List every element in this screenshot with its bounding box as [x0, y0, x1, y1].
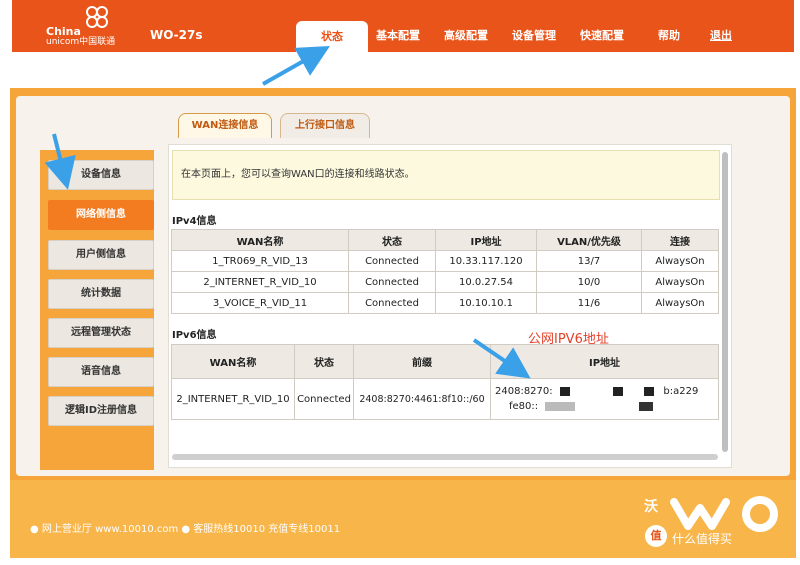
col-header-wan-name: WAN名称	[171, 229, 349, 251]
table-row: 3_VOICE_R_VID_11 Connected 10.10.10.1 11…	[171, 292, 719, 314]
ipv6-address-public: 2408:8270:	[495, 386, 553, 397]
redaction-block	[644, 386, 655, 396]
cell-wan-name: 1_TR069_R_VID_13	[171, 250, 349, 272]
cell-wan-name: 3_VOICE_R_VID_11	[171, 292, 349, 314]
cell-vlan: 13/7	[536, 250, 642, 272]
tab-uplink-interface[interactable]: 上行接口信息	[280, 113, 370, 138]
sidebar-item-voice-info[interactable]: 语音信息	[48, 357, 154, 387]
nav-basic-config[interactable]: 基本配置	[376, 27, 420, 43]
watermark-badge: 值	[645, 525, 667, 547]
cell-status: Connected	[348, 271, 436, 293]
ipv6-address-public-tail: b:a229	[663, 386, 699, 397]
cell-ip: 10.33.117.120	[435, 250, 537, 272]
cell-wan-name: 2_INTERNET_R_VID_10	[171, 271, 349, 293]
ipv6-address-link-local: fe80::	[509, 401, 539, 412]
info-notice: 在本页面上，您可以查询WAN口的连接和线路状态。	[172, 150, 720, 200]
cell-connection: AlwaysOn	[641, 250, 719, 272]
nav-device-management[interactable]: 设备管理	[512, 27, 556, 43]
device-model: WO-27s	[150, 28, 203, 42]
cell-ip: 10.0.27.54	[435, 271, 537, 293]
redaction-block	[559, 386, 570, 396]
arrow-annotation-icon	[44, 133, 76, 190]
table-header-row: WAN名称 状态 IP地址 VLAN/优先级 连接	[171, 229, 719, 251]
cell-status: Connected	[348, 250, 436, 272]
header-gap	[12, 52, 794, 88]
cell-status: Connected	[348, 292, 436, 314]
vertical-scrollbar[interactable]	[722, 152, 728, 452]
redaction-block	[545, 401, 576, 411]
arrow-annotation-icon	[262, 46, 330, 86]
redaction-block	[638, 401, 653, 411]
ipv6-section-title: IPv6信息	[172, 330, 217, 341]
cell-vlan: 11/6	[536, 292, 642, 314]
ipv4-table: WAN名称 状态 IP地址 VLAN/优先级 连接 1_TR069_R_VID_…	[171, 229, 719, 314]
sidebar-item-network-info[interactable]: 网络侧信息	[48, 200, 154, 230]
unicom-knot-logo-icon	[86, 6, 108, 28]
brand-character: 沃	[644, 499, 658, 515]
arrow-annotation-icon	[472, 338, 531, 379]
table-header-row: WAN名称 状态 前缀 IP地址	[171, 344, 719, 379]
footer-links: ● 网上营业厅 www.10010.com ● 客服热线10010 充值专线10…	[30, 524, 341, 535]
col-header-status: 状态	[348, 229, 436, 251]
tab-wan-connection[interactable]: WAN连接信息	[178, 113, 272, 138]
col-header-ip: IP地址	[435, 229, 537, 251]
table-row: 2_INTERNET_R_VID_10 Connected 10.0.27.54…	[171, 271, 719, 293]
nav-quick-config[interactable]: 快速配置	[580, 27, 624, 43]
table-row: 2_INTERNET_R_VID_10 Connected 2408:8270:…	[171, 378, 719, 420]
table-row: 1_TR069_R_VID_13 Connected 10.33.117.120…	[171, 250, 719, 272]
horizontal-scrollbar[interactable]	[172, 454, 718, 460]
logo-text-en: unicom中国联通	[46, 37, 116, 47]
cell-status: Connected	[294, 378, 354, 420]
sidebar-item-remote-management[interactable]: 远程管理状态	[48, 318, 154, 348]
logo-text-cn: China	[46, 25, 81, 38]
sidebar-item-logic-id[interactable]: 逻辑ID注册信息	[48, 396, 154, 426]
cell-connection: AlwaysOn	[641, 292, 719, 314]
sidebar-item-statistics[interactable]: 统计数据	[48, 279, 154, 309]
col-header-wan-name: WAN名称	[171, 344, 295, 379]
ipv6-table: WAN名称 状态 前缀 IP地址 2_INTERNET_R_VID_10 Con…	[171, 344, 719, 420]
cell-vlan: 10/0	[536, 271, 642, 293]
ipv4-section-title: IPv4信息	[172, 216, 217, 227]
cell-ip: 10.10.10.1	[435, 292, 537, 314]
cell-wan-name: 2_INTERNET_R_VID_10	[171, 378, 295, 420]
col-header-status: 状态	[294, 344, 354, 379]
col-header-vlan: VLAN/优先级	[536, 229, 642, 251]
nav-logout[interactable]: 退出	[710, 27, 732, 43]
redaction-block	[613, 386, 624, 396]
col-header-connection: 连接	[641, 229, 719, 251]
notice-text: 在本页面上，您可以查询WAN口的连接和线路状态。	[181, 169, 415, 180]
nav-advanced-config[interactable]: 高级配置	[444, 27, 488, 43]
sidebar-item-user-info[interactable]: 用户侧信息	[48, 240, 154, 270]
nav-help[interactable]: 帮助	[658, 27, 680, 43]
top-header-bar	[12, 0, 794, 52]
cell-connection: AlwaysOn	[641, 271, 719, 293]
watermark-text: 什么值得买	[672, 532, 733, 546]
